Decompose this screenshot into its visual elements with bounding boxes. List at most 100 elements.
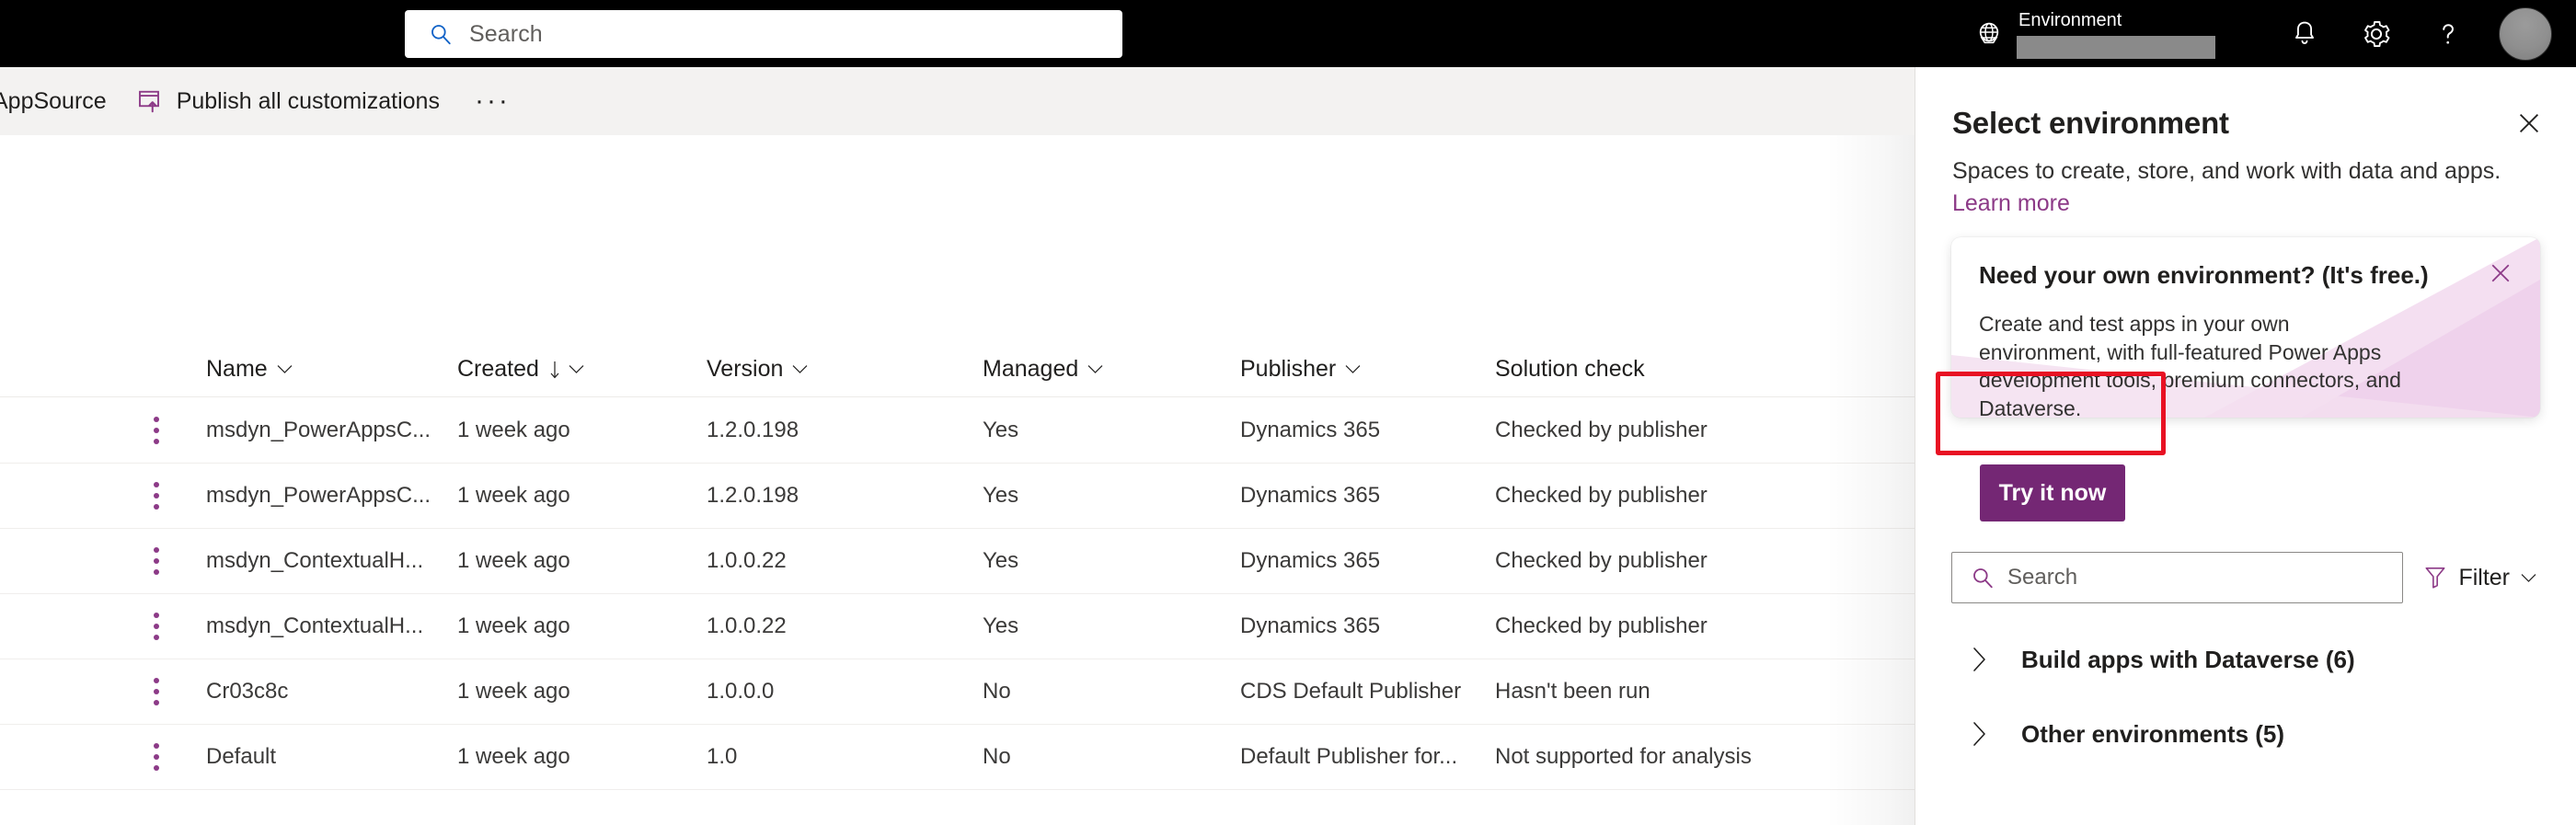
publish-all-customizations-button[interactable]: Publish all customizations bbox=[121, 67, 454, 135]
chevron-down-icon bbox=[792, 365, 808, 373]
row-menu-button[interactable] bbox=[129, 414, 184, 447]
globe-icon[interactable] bbox=[1974, 19, 2004, 49]
cell-created: 1 week ago bbox=[457, 483, 570, 508]
group-other-environments[interactable]: Other environments (5) bbox=[1951, 708, 2540, 760]
cell-name: msdyn_ContextualH... bbox=[206, 613, 424, 638]
settings-button[interactable] bbox=[2340, 0, 2412, 67]
callout-close-button[interactable] bbox=[2481, 254, 2520, 292]
command-overflow-button[interactable]: ··· bbox=[454, 86, 531, 117]
cell-solution-check: Not supported for analysis bbox=[1495, 744, 1752, 769]
chevron-right-icon bbox=[1973, 722, 1985, 746]
column-header-publisher-label: Publisher bbox=[1240, 356, 1337, 382]
cell-publisher: Dynamics 365 bbox=[1240, 483, 1381, 508]
row-menu-button[interactable] bbox=[129, 610, 184, 643]
table-row[interactable]: Default 1 week ago 1.0 No Default Publis… bbox=[0, 725, 1918, 790]
global-search-box[interactable]: Search bbox=[405, 10, 1122, 58]
top-navigation-bar: Search Environment bbox=[0, 0, 2576, 67]
column-header-name[interactable]: Name bbox=[206, 356, 445, 383]
column-header-version[interactable]: Version bbox=[707, 356, 937, 383]
row-menu-button[interactable] bbox=[129, 740, 184, 773]
column-header-solution-check-label: Solution check bbox=[1495, 356, 1645, 382]
column-header-managed-label: Managed bbox=[983, 356, 1079, 382]
panel-subtitle: Spaces to create, store, and work with d… bbox=[1952, 158, 2501, 184]
close-icon bbox=[2491, 264, 2510, 282]
try-it-now-button[interactable]: Try it now bbox=[1980, 464, 2125, 521]
cell-version: 1.0 bbox=[707, 744, 738, 769]
cell-version: 1.0.0.22 bbox=[707, 613, 787, 638]
chevron-down-icon bbox=[1345, 365, 1361, 373]
filter-icon bbox=[2425, 567, 2445, 589]
column-header-version-label: Version bbox=[707, 356, 784, 382]
panel-search-row: Search Filter bbox=[1951, 552, 2540, 603]
chevron-down-icon bbox=[277, 365, 293, 373]
cell-name: Cr03c8c bbox=[206, 679, 289, 704]
cell-managed: Yes bbox=[983, 483, 1019, 508]
cell-publisher: CDS Default Publisher bbox=[1240, 679, 1462, 704]
cell-name: Default bbox=[206, 744, 277, 769]
cell-managed: Yes bbox=[983, 418, 1019, 442]
search-icon bbox=[1973, 568, 1993, 589]
column-header-name-label: Name bbox=[206, 356, 268, 382]
cell-managed: Yes bbox=[983, 548, 1019, 573]
row-menu-button[interactable] bbox=[129, 479, 184, 512]
environment-search-input[interactable]: Search bbox=[1951, 552, 2404, 603]
cell-version: 1.0.0.0 bbox=[707, 679, 775, 704]
cell-managed: No bbox=[983, 679, 1011, 704]
panel-header: Select environment Spaces to create, sto… bbox=[1915, 67, 2576, 217]
column-header-publisher[interactable]: Publisher bbox=[1240, 356, 1479, 383]
cell-managed: No bbox=[983, 744, 1011, 769]
cell-solution-check: Checked by publisher bbox=[1495, 613, 1708, 638]
teaching-callout: Need your own environment? (It's free.) … bbox=[1951, 237, 2540, 418]
cell-version: 1.2.0.198 bbox=[707, 418, 799, 442]
cell-name: msdyn_PowerAppsC... bbox=[206, 483, 431, 508]
cell-solution-check: Checked by publisher bbox=[1495, 483, 1708, 508]
row-menu-button[interactable] bbox=[129, 675, 184, 708]
cell-solution-check: Checked by publisher bbox=[1495, 418, 1708, 442]
learn-more-link[interactable]: Learn more bbox=[1952, 190, 2070, 217]
cell-created: 1 week ago bbox=[457, 548, 570, 573]
environment-selector[interactable]: Environment bbox=[2017, 8, 2215, 60]
group-build-apps-with-dataverse[interactable]: Build apps with Dataverse (6) bbox=[1951, 634, 2540, 685]
callout-title: Need your own environment? (It's free.) bbox=[1979, 261, 2429, 289]
environment-value-redacted bbox=[2017, 35, 2215, 59]
select-environment-panel: Select environment Spaces to create, sto… bbox=[1915, 67, 2576, 825]
group-label: Other environments (5) bbox=[2021, 719, 2285, 748]
cell-version: 1.2.0.198 bbox=[707, 483, 799, 508]
environment-label: Environment bbox=[2018, 9, 2122, 30]
cell-created: 1 week ago bbox=[457, 679, 570, 704]
help-icon bbox=[2443, 23, 2454, 44]
chevron-down-icon bbox=[2521, 573, 2536, 582]
publish-all-customizations-label: Publish all customizations bbox=[176, 87, 440, 114]
table-row[interactable]: msdyn_ContextualH... 1 week ago 1.0.0.22… bbox=[0, 529, 1918, 594]
appsource-button[interactable]: AppSource bbox=[0, 67, 121, 135]
table-row[interactable]: msdyn_PowerAppsC... 1 week ago 1.2.0.198… bbox=[0, 398, 1918, 464]
help-button[interactable] bbox=[2412, 0, 2484, 67]
column-header-solution-check[interactable]: Solution check bbox=[1495, 356, 1881, 383]
filter-button[interactable]: Filter bbox=[2423, 565, 2540, 591]
table-row[interactable]: msdyn_PowerAppsC... 1 week ago 1.2.0.198… bbox=[0, 464, 1918, 529]
sort-descending-icon bbox=[550, 361, 559, 378]
cell-name: msdyn_ContextualH... bbox=[206, 548, 424, 573]
gear-icon bbox=[2364, 20, 2390, 47]
table-row[interactable]: Cr03c8c 1 week ago 1.0.0.0 No CDS Defaul… bbox=[0, 659, 1918, 725]
notifications-button[interactable] bbox=[2269, 0, 2340, 67]
close-icon bbox=[2519, 113, 2539, 133]
power-apps-solutions-page: Search Environment AppSource Publish all… bbox=[0, 0, 2576, 825]
cell-solution-check: Hasn't been run bbox=[1495, 679, 1650, 704]
cell-solution-check: Checked by publisher bbox=[1495, 548, 1708, 573]
callout-text: Create and test apps in your own environ… bbox=[1979, 312, 2401, 418]
search-icon bbox=[431, 25, 451, 45]
user-avatar[interactable] bbox=[2499, 6, 2552, 61]
panel-close-button[interactable] bbox=[2508, 102, 2550, 144]
table-row[interactable]: msdyn_ContextualH... 1 week ago 1.0.0.22… bbox=[0, 594, 1918, 659]
cell-publisher: Dynamics 365 bbox=[1240, 418, 1381, 442]
row-menu-button[interactable] bbox=[129, 544, 184, 578]
column-header-managed[interactable]: Managed bbox=[983, 356, 1194, 383]
chevron-down-icon bbox=[569, 365, 584, 373]
cell-name: msdyn_PowerAppsC... bbox=[206, 418, 431, 442]
cell-publisher: Default Publisher for... bbox=[1240, 744, 1458, 769]
column-header-created[interactable]: Created bbox=[457, 356, 687, 383]
cell-publisher: Dynamics 365 bbox=[1240, 613, 1381, 638]
cell-managed: Yes bbox=[983, 613, 1019, 638]
cell-version: 1.0.0.22 bbox=[707, 548, 787, 573]
